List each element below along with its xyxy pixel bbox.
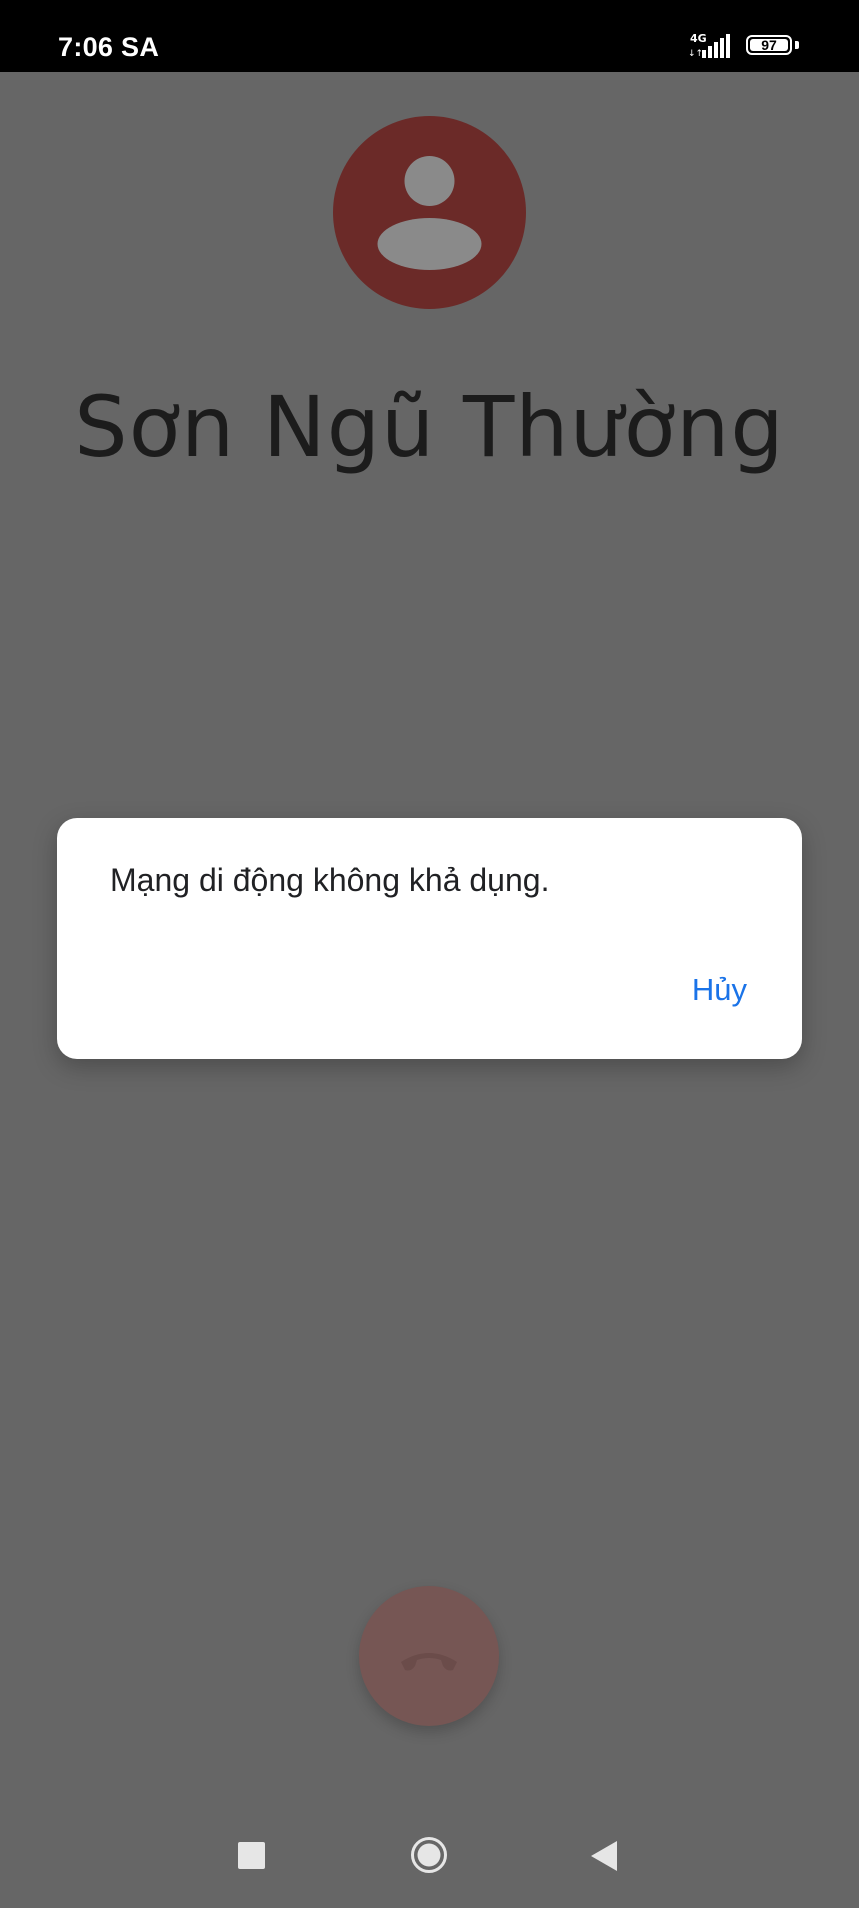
phone-hangup-icon [401,1653,457,1671]
status-bar: 7:06 SA 4G ↓↑ 97 [0,0,859,72]
svg-text:↓↑: ↓↑ [688,49,703,58]
battery-icon: 97 [746,35,802,59]
person-icon [377,156,482,270]
back-icon[interactable] [590,1840,618,1872]
battery-level: 97 [750,38,788,52]
status-time: 7:06 SA [58,32,160,62]
home-icon[interactable] [410,1836,448,1874]
dialog-message: Mạng di động không khả dụng. [110,862,550,898]
end-call-button[interactable] [359,1586,499,1726]
recents-icon[interactable] [238,1842,265,1869]
contact-name: Sơn Ngũ Thường [74,378,785,476]
network-unavailable-dialog: Mạng di động không khả dụng. Hủy [57,818,802,1059]
contact-avatar [333,116,526,309]
cancel-button[interactable]: Hủy [692,972,747,1008]
signal-icon: ↓↑ [688,34,734,59]
